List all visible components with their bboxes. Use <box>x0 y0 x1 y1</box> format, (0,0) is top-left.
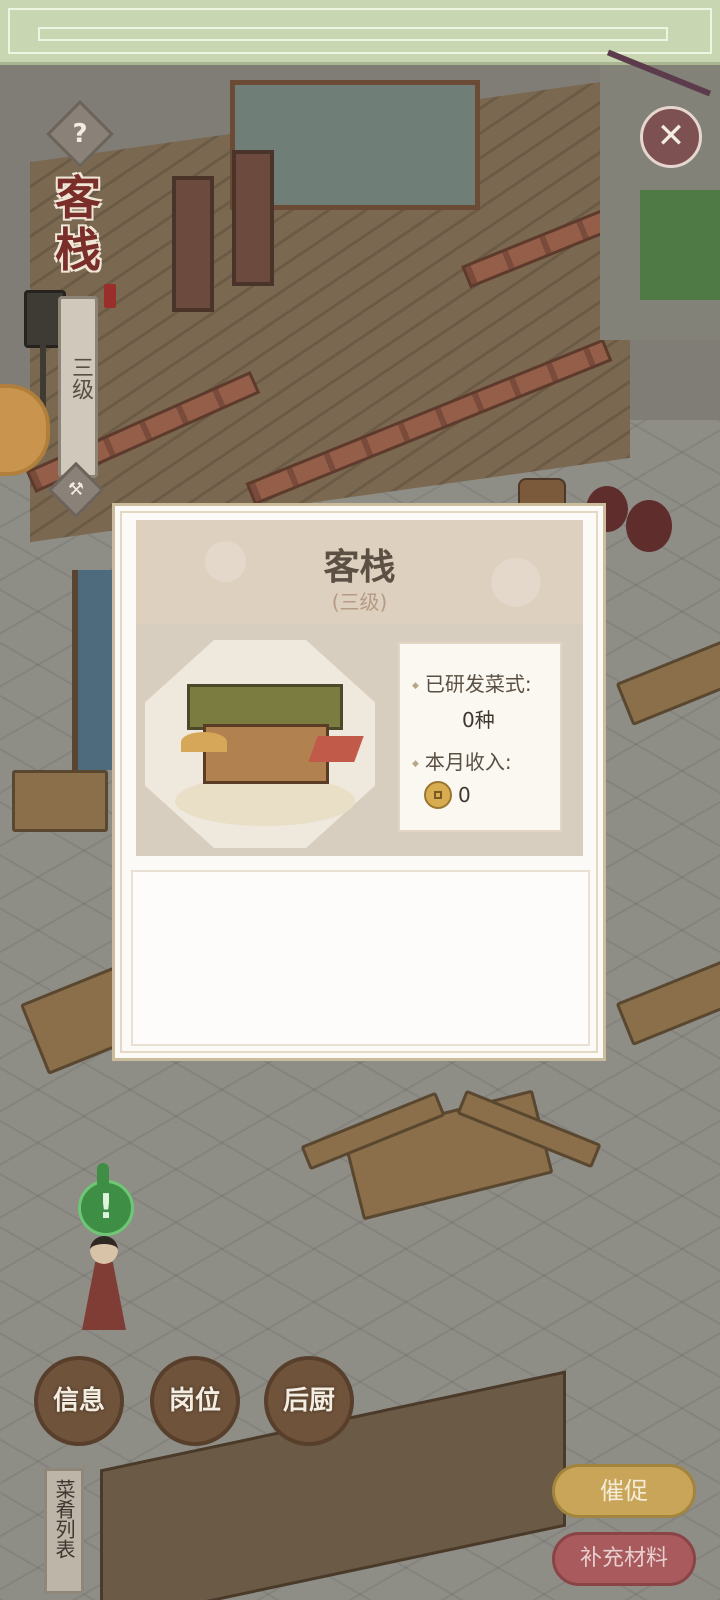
illustration-umbrella <box>181 732 227 752</box>
menu-list-button[interactable]: 菜肴列表 <box>44 1468 84 1594</box>
supply-materials-button[interactable]: 补充材料 <box>552 1532 696 1586</box>
help-glyph: ? <box>72 119 88 149</box>
building-level: 三级 <box>68 356 93 400</box>
banner-bar <box>38 27 668 41</box>
income-value: 0 <box>458 783 471 807</box>
door-left <box>172 176 214 312</box>
kitchen-button[interactable]: 后厨 <box>264 1356 354 1446</box>
side-table <box>12 770 108 832</box>
wine-jar <box>626 500 672 552</box>
garden-plant <box>640 190 720 300</box>
building-info-popup: 客栈 (三级) 已研发菜式: 0种 本月收入: 0 <box>112 503 606 1061</box>
info-button[interactable]: 信息 <box>34 1356 124 1446</box>
income-label: 本月收入: <box>412 746 512 775</box>
positions-button[interactable]: 岗位 <box>150 1356 240 1446</box>
coin-icon <box>424 781 452 809</box>
stats-card: 已研发菜式: 0种 本月收入: 0 <box>398 642 562 832</box>
dishes-value: 0种 <box>462 708 495 732</box>
npc-alert-icon[interactable]: ! <box>78 1163 134 1236</box>
exclamation-icon: ! <box>98 1187 114 1227</box>
description-box <box>131 870 590 1046</box>
popup-title: 客栈 <box>323 546 396 588</box>
illustration-awning <box>308 736 364 762</box>
dishes-label: 已研发菜式: <box>412 668 532 697</box>
door-right <box>232 150 274 286</box>
urge-button[interactable]: 催促 <box>552 1464 696 1518</box>
seal-stamp <box>104 284 116 308</box>
menu-list-label: 菜肴列表 <box>52 1479 76 1559</box>
close-icon: ✕ <box>656 116 686 156</box>
npc-head <box>90 1236 118 1264</box>
close-button[interactable]: ✕ <box>640 106 702 168</box>
building-title: 客栈 <box>55 171 101 277</box>
popup-header: 客栈 (三级) <box>136 520 583 624</box>
popup-subtitle: (三级) <box>331 590 388 614</box>
